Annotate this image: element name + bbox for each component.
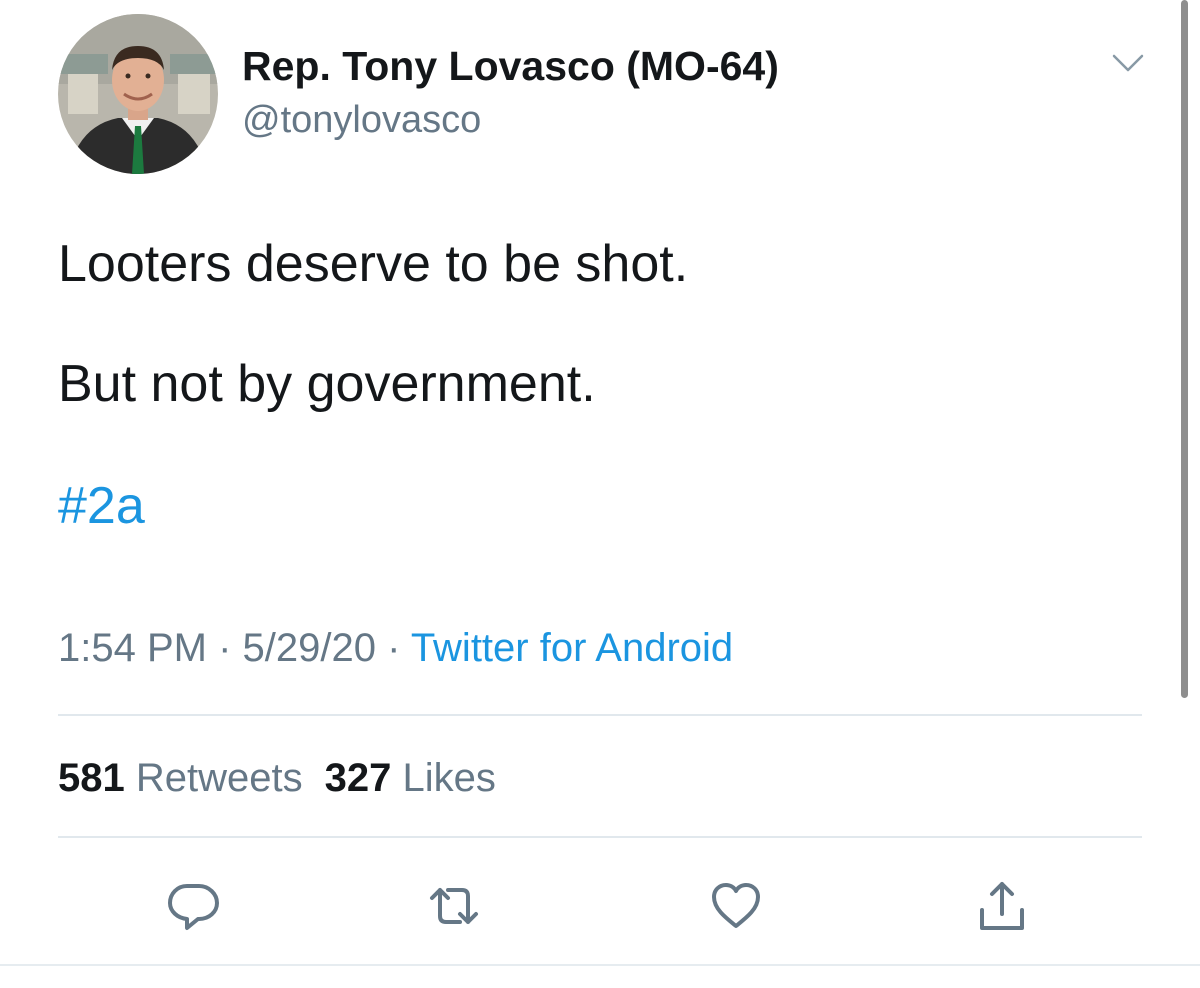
chevron-down-icon[interactable] <box>1110 48 1146 78</box>
divider <box>58 714 1142 716</box>
retweets-stat[interactable]: 581 Retweets <box>58 756 303 800</box>
like-icon[interactable] <box>708 878 764 934</box>
divider <box>58 836 1142 838</box>
profile-photo <box>58 14 218 174</box>
bottom-border <box>0 964 1200 966</box>
tweet-metadata: 1:54 PM · 5/29/20 · Twitter for Android <box>58 622 733 674</box>
user-handle[interactable]: @tonylovasco <box>242 96 481 144</box>
tweet-text-line-1: Looters deserve to be shot. <box>58 235 689 293</box>
tweet-time: 1:54 PM <box>58 626 207 670</box>
share-icon[interactable] <box>974 878 1030 934</box>
avatar[interactable] <box>58 14 218 174</box>
tweet-source-link[interactable]: Twitter for Android <box>411 626 733 670</box>
tweet-text-line-2: But not by government. <box>58 355 596 413</box>
likes-count: 327 <box>324 756 392 800</box>
meta-separator: · <box>375 626 411 670</box>
retweets-label: Retweets <box>135 756 303 800</box>
scrollbar[interactable] <box>1181 0 1188 698</box>
likes-stat[interactable]: 327 Likes <box>325 756 496 800</box>
likes-label: Likes <box>402 756 496 800</box>
retweets-count: 581 <box>58 756 125 800</box>
reply-icon[interactable] <box>165 878 221 934</box>
hashtag-link[interactable]: #2a <box>58 474 145 538</box>
tweet-date: 5/29/20 <box>242 626 376 670</box>
tweet-stats: 581 Retweets 327 Likes <box>58 752 496 804</box>
display-name[interactable]: Rep. Tony Lovasco (MO-64) <box>242 40 779 92</box>
meta-separator: · <box>206 626 243 670</box>
retweet-icon[interactable] <box>426 878 482 934</box>
